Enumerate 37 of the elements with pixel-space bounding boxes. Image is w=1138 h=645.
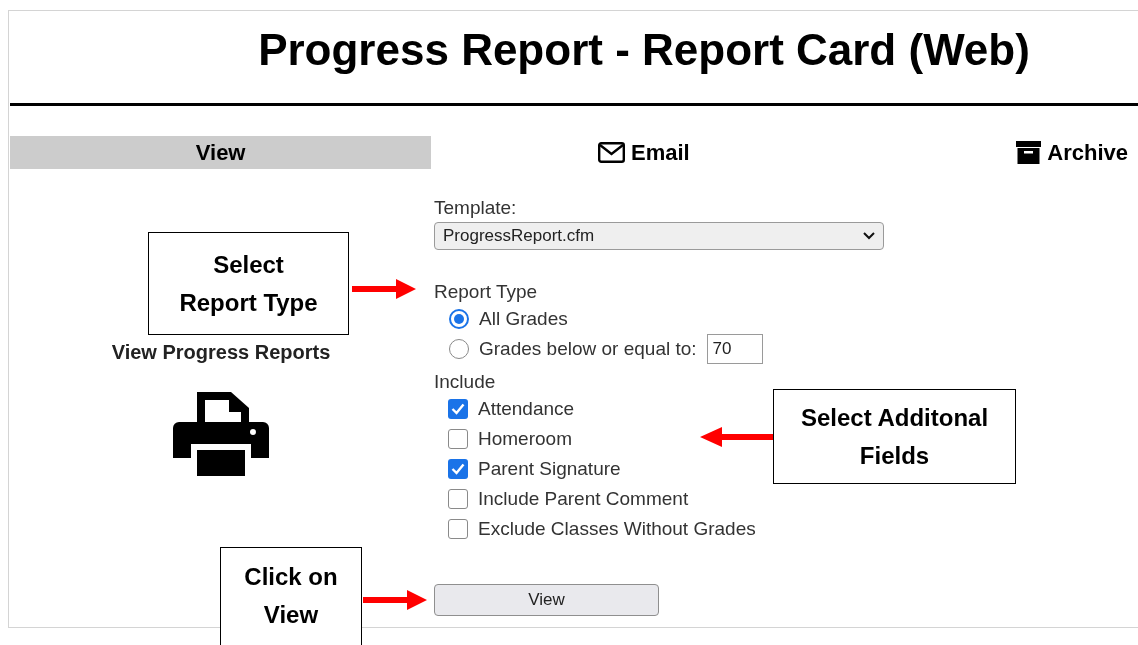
callout-text: Report Type [179, 287, 318, 318]
archive-box-icon [1016, 141, 1042, 164]
checkbox[interactable] [448, 459, 468, 479]
checkbox-label: Homeroom [478, 426, 572, 451]
radio-button[interactable] [449, 309, 469, 329]
section-label: Include [434, 370, 497, 394]
arrow-icon [700, 427, 773, 447]
checkbox-label: Include Parent Comment [478, 486, 689, 511]
callout-text: Select Additonal [800, 402, 989, 433]
checkbox[interactable] [448, 399, 468, 419]
callout-text: Select [213, 249, 284, 280]
field-label: Template: [434, 196, 518, 220]
tab[interactable]: Archive [856, 136, 1138, 169]
arrow-icon [363, 590, 427, 610]
checkbox-label: Parent Signature [478, 456, 621, 481]
printer-icon [173, 392, 269, 476]
checkbox[interactable] [448, 489, 468, 509]
callout-text: View [263, 600, 319, 630]
template-dropdown[interactable]: ProgressReport.cfm [434, 222, 884, 250]
page-title: Progress Report - Report Card (Web) [258, 24, 1030, 76]
checkbox[interactable] [448, 519, 468, 539]
radio-label: All Grades [479, 306, 568, 331]
arrow-icon [352, 279, 416, 299]
threshold-input[interactable]: 70 [706, 334, 763, 364]
callout-text: Fields [859, 440, 930, 471]
checkbox[interactable] [448, 429, 468, 449]
checkbox-label: Attendance [478, 396, 575, 421]
section-label: Report Type [434, 280, 539, 304]
chevron-down-icon [863, 232, 875, 240]
callout-text: Click on [244, 562, 338, 592]
view-progress-reports-link[interactable]: View Progress Reports [111, 339, 331, 365]
tab[interactable]: Email [431, 136, 857, 169]
view-button[interactable]: View [434, 584, 659, 616]
radio-label: Grades below or equal to: [479, 336, 697, 361]
tab[interactable]: View [10, 136, 432, 169]
envelope-icon [598, 142, 625, 163]
checkbox-label: Exclude Classes Without Grades [478, 516, 756, 541]
